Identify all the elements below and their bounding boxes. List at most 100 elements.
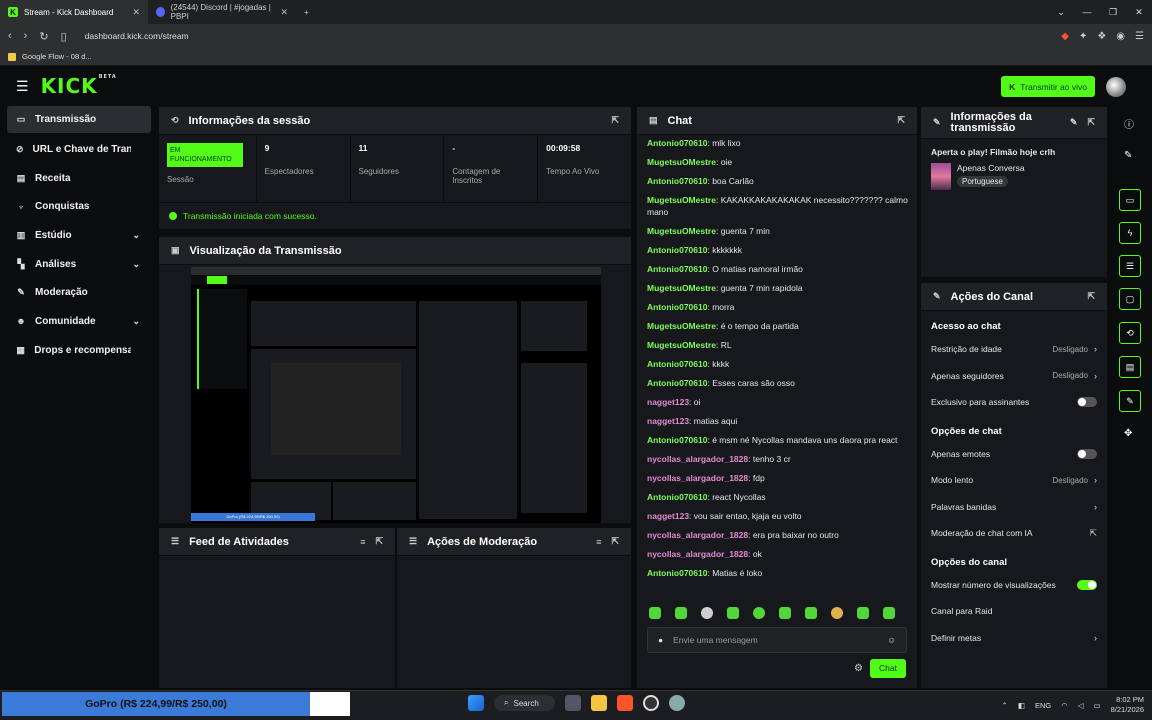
stream-preview-video[interactable]: GoPro (R$ 224,99/R$ 250,00) [191, 267, 601, 523]
chat-username[interactable]: nycollas_alargador_1828 [647, 549, 748, 559]
minimize-button[interactable]: — [1074, 0, 1100, 24]
sidebar-item-1[interactable]: ⊘ URL e Chave de Transmissão [0, 135, 158, 164]
rail-moderation-button[interactable]: ▤ [1119, 356, 1141, 378]
close-tab-icon[interactable]: ✕ [132, 7, 140, 18]
chat-username[interactable]: MugetsuOMestre [647, 321, 716, 331]
close-window-button[interactable]: ✕ [1126, 0, 1152, 24]
bookmark-icon[interactable]: ▯ [61, 30, 67, 43]
settings-gear-icon[interactable] [668, 695, 685, 711]
toggle-switch[interactable] [1077, 448, 1097, 459]
setting-row[interactable]: Restrição de idade Desligado › [921, 336, 1107, 363]
setting-row[interactable]: Mostrar número de visualizações [921, 572, 1107, 599]
popout-icon[interactable]: ⇱ [1087, 291, 1095, 302]
chat-message[interactable]: nycollas_alargador_1828: era pra baixar … [647, 529, 909, 541]
edit-icon[interactable]: ✎ [1070, 117, 1078, 128]
obs-icon[interactable] [642, 695, 659, 711]
chat-message[interactable]: Antonio070610: O matias namoral irmão [647, 263, 909, 275]
setting-row[interactable]: Apenas seguidores Desligado › [921, 363, 1107, 390]
brave-browser-icon[interactable] [616, 695, 633, 711]
reload-icon[interactable]: ↻ [39, 30, 48, 43]
chat-send-button[interactable]: Chat [870, 659, 906, 678]
sidebar-item-0[interactable]: ▭ Transmissão [7, 106, 151, 133]
chat-username[interactable]: Antonio070610 [647, 492, 707, 502]
chat-username[interactable]: Antonio070610 [647, 302, 707, 312]
toggle-switch[interactable] [1077, 397, 1097, 408]
clock[interactable]: 8:02 PM 8/21/2026 [1111, 695, 1144, 715]
task-view-icon[interactable] [564, 695, 581, 711]
emote-icon[interactable] [649, 607, 661, 619]
file-explorer-icon[interactable] [590, 695, 607, 711]
chat-message[interactable]: nagget123: matias aqui [647, 415, 909, 427]
chat-username[interactable]: MugetsuOMestre [647, 195, 716, 205]
chat-username[interactable]: MugetsuOMestre [647, 226, 716, 236]
chat-message[interactable]: MugetsuOMestre: guenta 7 min [647, 225, 909, 237]
emote-icon[interactable] [753, 607, 765, 619]
chat-message[interactable]: MugetsuOMestre: RL [647, 339, 909, 351]
rail-lightning-button[interactable]: ϟ [1119, 222, 1141, 244]
chat-message[interactable]: MugetsuOMestre: KAKAKKAKAKAKAKAK necessi… [647, 194, 909, 218]
chat-message[interactable]: Antonio070610: Matias é loko [647, 567, 909, 579]
chat-username[interactable]: nycollas_alargador_1828 [647, 473, 748, 483]
chat-message[interactable]: MugetsuOMestre: oie [647, 156, 909, 168]
chat-message[interactable]: Antonio070610: é msm né Nycollas mandava… [647, 434, 909, 446]
chat-message[interactable]: nycollas_alargador_1828: tenho 3 cr [647, 453, 909, 465]
chat-message[interactable]: Antonio070610: kkkkkkk [647, 244, 909, 256]
chat-message[interactable]: Antonio070610: Esses caras são osso [647, 377, 909, 389]
volume-icon[interactable]: ◁ [1078, 701, 1084, 710]
sidebar-item-5[interactable]: ▚ Análises ⌄ [0, 250, 158, 279]
back-icon[interactable]: ‹ [8, 30, 12, 42]
popout-icon[interactable]: ⇱ [375, 536, 383, 547]
chat-username[interactable]: nagget123 [647, 511, 689, 521]
chat-username[interactable]: nagget123 [647, 416, 689, 426]
setting-row[interactable]: Definir metas › [921, 625, 1107, 652]
emote-icon[interactable] [831, 607, 843, 619]
info-icon[interactable]: ⓘ [1124, 116, 1134, 131]
chat-message[interactable]: nycollas_alargador_1828: ok [647, 548, 909, 560]
emoji-icon[interactable]: ☺ [887, 635, 896, 645]
go-live-button[interactable]: K Transmitir ao vivo [1001, 76, 1095, 97]
popout-icon[interactable]: ⇱ [611, 115, 619, 126]
maximize-button[interactable]: ❐ [1100, 0, 1126, 24]
chevron-up-icon[interactable]: ⌃ [1002, 701, 1008, 710]
chat-messages[interactable]: Antonio070610: mlk lixo MugetsuOMestre: o… [647, 137, 909, 599]
extensions-icon[interactable]: ✦ [1079, 31, 1087, 42]
rail-wrench-button[interactable]: ✎ [1119, 390, 1141, 412]
chat-username[interactable]: Antonio070610 [647, 138, 707, 148]
avatar[interactable] [1106, 77, 1126, 97]
rail-layout-button[interactable]: ▭ [1119, 189, 1141, 211]
hamburger-menu-icon[interactable]: ☰ [16, 78, 29, 95]
url-field[interactable]: dashboard.kick.com/stream [85, 31, 189, 41]
emote-icon[interactable] [805, 607, 817, 619]
tab-discord[interactable]: (24544) Discord | #jogadas | PBPI ✕ [148, 0, 296, 24]
setting-row[interactable]: Palavras banidas › [921, 494, 1107, 521]
chat-username[interactable]: nagget123 [647, 397, 689, 407]
setting-row[interactable]: Moderação de chat com IA ⇱ [921, 520, 1107, 547]
popout-icon[interactable]: ⇱ [897, 115, 905, 126]
chat-username[interactable]: Antonio070610 [647, 245, 707, 255]
chat-message[interactable]: nagget123: oi [647, 396, 909, 408]
tab-kick-dashboard[interactable]: K Stream - Kick Dashboard ✕ [0, 0, 148, 24]
chat-username[interactable]: Antonio070610 [647, 568, 707, 578]
chat-input[interactable]: ● Envie uma mensagem ☺ [647, 627, 907, 653]
chat-message[interactable]: Antonio070610: mlk lixo [647, 137, 909, 149]
chat-message[interactable]: MugetsuOMestre: é o tempo da partida [647, 320, 909, 332]
chat-message[interactable]: MugetsuOMestre: guenta 7 min rapidola [647, 282, 909, 294]
sidebar-item-3[interactable]: ♆ Conquistas [0, 192, 158, 221]
brave-shield-icon[interactable]: ◆ [1061, 31, 1069, 42]
emote-icon[interactable] [701, 607, 713, 619]
chat-username[interactable]: nycollas_alargador_1828 [647, 530, 748, 540]
setting-row[interactable]: Exclusivo para assinantes [921, 389, 1107, 416]
sidebar-item-6[interactable]: ✎ Moderação [0, 278, 158, 307]
rail-session-button[interactable]: ⟲ [1119, 322, 1141, 344]
sidebar-item-8[interactable]: ▦ Drops e recompensas [0, 336, 158, 365]
puzzle-icon[interactable]: ❖ [1097, 31, 1106, 42]
close-tab-icon[interactable]: ✕ [280, 7, 288, 18]
emote-icon[interactable] [779, 607, 791, 619]
sidebar-item-4[interactable]: ▥ Estúdio ⌄ [0, 221, 158, 250]
chat-message[interactable]: Antonio070610: morra [647, 301, 909, 313]
setting-row[interactable]: Canal para Raid [921, 598, 1107, 625]
battery-icon[interactable]: ▭ [1094, 701, 1101, 710]
chat-message[interactable]: nagget123: vou sair entao, kjaja eu volt… [647, 510, 909, 522]
emote-icon[interactable] [675, 607, 687, 619]
chat-username[interactable]: Antonio070610 [647, 378, 707, 388]
